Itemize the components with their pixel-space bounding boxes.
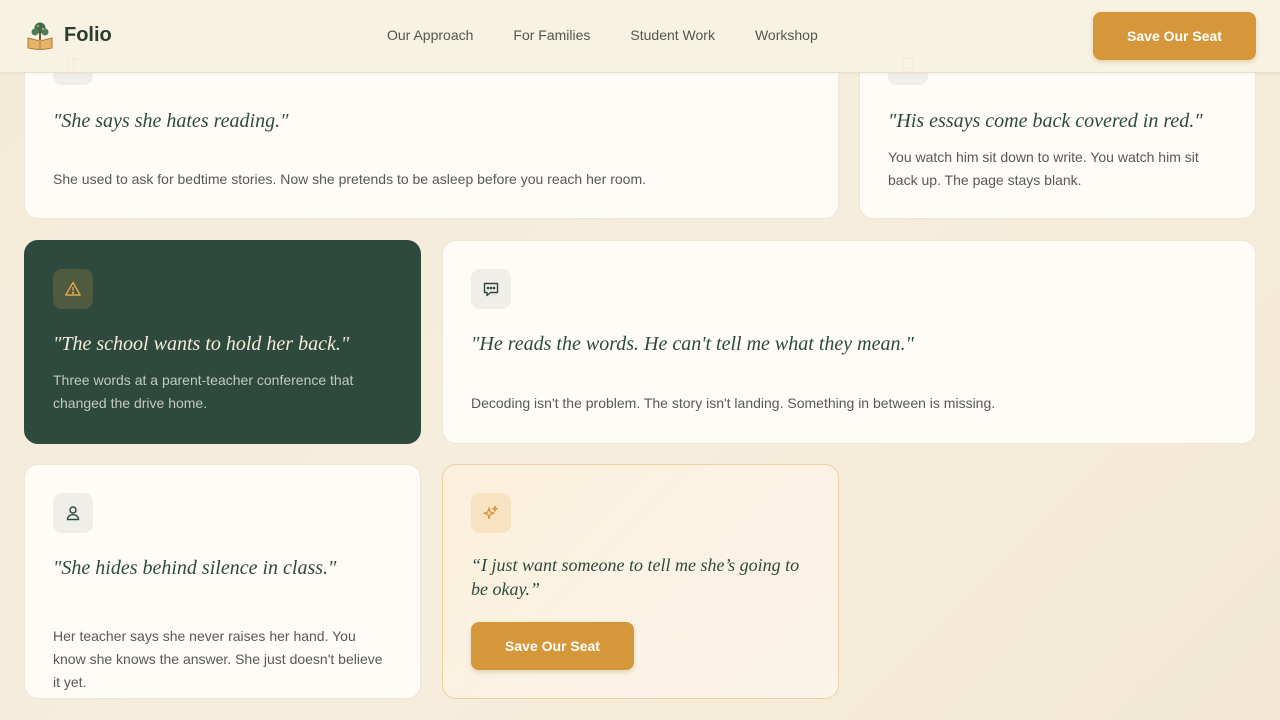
save-seat-header-button[interactable]: Save Our Seat: [1093, 12, 1256, 60]
card-icon-box: [471, 493, 511, 533]
card-quote: "She says she hates reading.": [53, 110, 289, 132]
card-quote: “I just want someone to tell me she’s go…: [471, 555, 800, 599]
card-description: You watch him sit down to write. You wat…: [888, 149, 1199, 188]
sparkle-icon: [483, 505, 498, 520]
brand-name: Folio: [64, 23, 112, 46]
site-header: Folio Our Approach For Families Student …: [0, 0, 1280, 73]
card-quote: "He reads the words. He can't tell me wh…: [471, 333, 914, 355]
nav-item-for-families[interactable]: For Families: [513, 27, 590, 43]
nav-item-student-work[interactable]: Student Work: [630, 27, 715, 43]
card-description: Decoding isn't the problem. The story is…: [471, 395, 996, 411]
card-description: Three words at a parent-teacher conferen…: [53, 372, 354, 411]
reassurance-cta-card: “I just want someone to tell me she’s go…: [442, 464, 839, 699]
main-nav: Our Approach For Families Student Work W…: [387, 27, 858, 43]
concern-card-silence: "She hides behind silence in class." Her…: [24, 464, 421, 699]
warning-icon: [65, 281, 81, 296]
card-icon-box: [471, 269, 511, 309]
concern-card-comprehension: "He reads the words. He can't tell me wh…: [442, 240, 1256, 444]
concern-card-held-back: "The school wants to hold her back." Thr…: [24, 240, 421, 444]
card-icon-box: [53, 493, 93, 533]
brand-logo[interactable]: Folio: [26, 20, 112, 50]
card-quote: "The school wants to hold her back.": [53, 333, 350, 355]
nav-item-workshop[interactable]: Workshop: [755, 27, 818, 43]
card-description: Her teacher says she never raises her ha…: [53, 628, 383, 690]
user-icon: [66, 506, 80, 521]
card-description: She used to ask for bedtime stories. Now…: [53, 171, 646, 187]
card-quote: "She hides behind silence in class.": [53, 557, 337, 579]
card-quote: "His essays come back covered in red.": [888, 110, 1203, 132]
book-tree-logo-icon: [27, 22, 53, 50]
nav-item-our-approach[interactable]: Our Approach: [387, 27, 473, 43]
message-icon: [483, 282, 499, 297]
save-seat-button[interactable]: Save Our Seat: [471, 622, 634, 670]
card-icon-box: [53, 269, 93, 309]
